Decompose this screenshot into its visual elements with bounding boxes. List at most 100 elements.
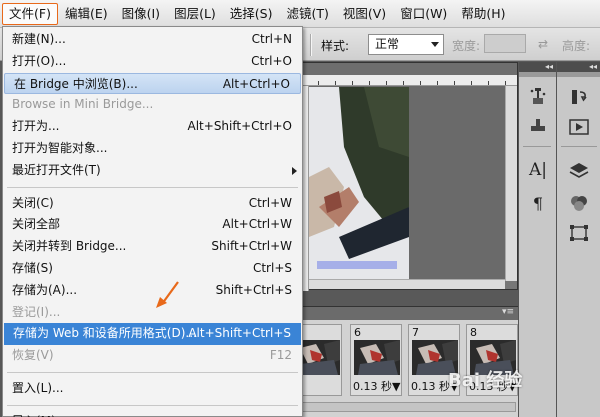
menu-item-shortcut: Ctrl+S: [252, 260, 292, 275]
panel-dock-collapsed: ◂◂ A| ¶: [518, 62, 556, 417]
menu-item-shortcut: Shift+Ctrl+W: [211, 239, 292, 254]
menu-separator: [7, 371, 298, 373]
menu-item-label: 导入(M): [12, 411, 56, 417]
horizontal-scrollbar[interactable]: [309, 279, 505, 289]
menu-item-label: 在 Bridge 中浏览(B)...: [14, 76, 138, 91]
layers-icon[interactable]: [564, 158, 594, 184]
menu-item: 恢复(V) F12: [3, 345, 302, 367]
dock-grip[interactable]: [519, 72, 556, 77]
document-window: [300, 62, 518, 291]
menu-item[interactable]: 关闭(C) Ctrl+W: [3, 193, 302, 215]
submenu-arrow-icon: [292, 166, 297, 175]
annotation-arrow-icon: [156, 281, 179, 308]
menu-5[interactable]: 滤镜(T): [279, 3, 335, 25]
menu-item-label: Browse in Mini Bridge...: [12, 97, 154, 112]
menu-item-label: 最近打开文件(T): [12, 162, 101, 177]
style-select[interactable]: 正常: [368, 34, 444, 55]
menu-3[interactable]: 图层(L): [167, 3, 223, 25]
horizontal-ruler[interactable]: [301, 75, 517, 86]
menu-separator: [7, 186, 298, 188]
document-photo: [309, 87, 409, 279]
style-label: 样式:: [321, 39, 350, 53]
watermark-logo: Bai 经验: [448, 370, 523, 391]
collapse-dock-icon-2[interactable]: ◂◂: [557, 62, 600, 72]
menu-bar: 文件(F) 编辑(E) 图像(I) 图层(L) 选择(S) 滤镜(T) 视图(V) 窗口(W)…: [0, 0, 600, 28]
menu-item-label: 关闭全部: [12, 217, 61, 232]
animation-panel: ▾≡ 560.13 秒▼70.13 秒▼80.13 秒▼: [290, 306, 576, 417]
menu-item[interactable]: 打开(O)... Ctrl+O: [3, 51, 302, 73]
menu-item-shortcut: Shift+Ctrl+S: [215, 282, 292, 297]
frame-delay[interactable]: 0.13 秒▼: [353, 378, 400, 394]
menu-item-label: 置入(L)...: [12, 380, 64, 395]
menu-item-shortcut: Alt+Ctrl+O: [222, 76, 290, 91]
menu-item-label: 打开(O)...: [12, 53, 67, 68]
file-menu-dropdown: 新建(N)... Ctrl+N 打开(O)... Ctrl+O 在 Bridge 中浏览…: [2, 26, 303, 417]
menu-item-label: 关闭并转到 Bridge...: [12, 239, 127, 254]
menu-8[interactable]: 帮助(H): [454, 3, 512, 25]
animation-scrollbar[interactable]: [302, 402, 516, 412]
menu-item-label: 关闭(C): [12, 195, 54, 210]
chevron-down-icon: [431, 42, 439, 47]
character-icon[interactable]: A|: [523, 157, 553, 183]
style-select-value: 正常: [375, 37, 400, 51]
animation-panel-header: ▾≡: [300, 307, 518, 320]
menu-1[interactable]: 编辑(E): [58, 3, 115, 25]
height-label: 高度:: [562, 39, 591, 53]
menu-6[interactable]: 视图(V): [336, 3, 393, 25]
menu-item-label: 打开为...: [12, 119, 60, 134]
menu-item-shortcut: Alt+Ctrl+W: [222, 217, 292, 232]
menu-item-label: 恢复(V): [12, 348, 54, 363]
brush-presets-icon[interactable]: [523, 84, 553, 110]
menu-item: Browse in Mini Bridge...: [3, 94, 302, 116]
menu-item-label: 打开为智能对象...: [12, 140, 108, 155]
actions-icon[interactable]: [564, 114, 594, 140]
vertical-scrollbar[interactable]: [505, 86, 517, 281]
menu-item-label: 存储为 Web 和设备所用格式(D)...: [13, 326, 197, 341]
menu-item[interactable]: 置入(L)...: [3, 378, 302, 400]
menu-item-shortcut: Alt+Shift+Ctrl+O: [187, 119, 292, 134]
paths-icon[interactable]: [564, 220, 594, 246]
menu-7[interactable]: 窗口(W): [393, 3, 454, 25]
menu-item-shortcut: Ctrl+N: [251, 32, 292, 46]
history-icon[interactable]: [564, 84, 594, 110]
menu-item[interactable]: 导入(M): [3, 411, 302, 417]
frame-thumbnail: [354, 340, 400, 375]
frame-number: 8: [470, 326, 477, 339]
menu-item[interactable]: 关闭全部 Alt+Ctrl+W: [3, 214, 302, 236]
menu-4[interactable]: 选择(S): [223, 3, 280, 25]
menu-item-label: 新建(N)...: [12, 32, 66, 46]
clone-source-icon[interactable]: [523, 112, 553, 138]
menu-item[interactable]: 存储(S) Ctrl+S: [3, 258, 302, 280]
options-separator: [310, 34, 312, 56]
menu-2[interactable]: 图像(I): [115, 3, 167, 25]
menu-item-shortcut: Ctrl+W: [248, 195, 292, 210]
paragraph-icon[interactable]: ¶: [523, 190, 553, 216]
swap-arrows-icon[interactable]: ⇄: [538, 37, 548, 51]
menu-item[interactable]: 打开为... Alt+Shift+Ctrl+O: [3, 116, 302, 138]
dock-separator-2: [561, 146, 597, 147]
menu-item-label: 存储(S): [12, 260, 53, 275]
menu-item-shortcut: Alt+Shift+Ctrl+S: [188, 326, 291, 341]
animation-frame[interactable]: 6 0.13 秒▼: [350, 324, 402, 396]
menu-item[interactable]: 新建(N)... Ctrl+N: [3, 29, 302, 51]
dock-separator: [523, 146, 551, 147]
width-input[interactable]: [484, 34, 526, 53]
photo-graphic: [309, 87, 409, 279]
channels-icon[interactable]: [564, 190, 594, 216]
document-tab-strip[interactable]: [301, 63, 517, 75]
collapse-dock-icon[interactable]: ◂◂: [519, 62, 556, 72]
menu-item[interactable]: 关闭并转到 Bridge... Shift+Ctrl+W: [3, 236, 302, 258]
menu-0[interactable]: 文件(F): [2, 2, 58, 25]
menu-item-label: 存储为(A)...: [12, 282, 78, 297]
panel-dock-icons: ◂◂: [556, 62, 600, 417]
menu-item[interactable]: 最近打开文件(T): [3, 160, 302, 182]
frame-number: 6: [354, 326, 361, 339]
width-label: 宽度:: [452, 39, 481, 53]
frame-number: 7: [412, 326, 419, 339]
dock-grip-2[interactable]: [557, 72, 600, 77]
menu-item[interactable]: 打开为智能对象...: [3, 138, 302, 160]
menu-item[interactable]: 存储为 Web 和设备所用格式(D)... Alt+Shift+Ctrl+S: [4, 323, 301, 346]
menu-item[interactable]: 在 Bridge 中浏览(B)... Alt+Ctrl+O: [4, 72, 301, 95]
panel-menu-icon[interactable]: ▾≡: [502, 307, 514, 317]
menu-item-shortcut: Ctrl+O: [251, 53, 292, 68]
